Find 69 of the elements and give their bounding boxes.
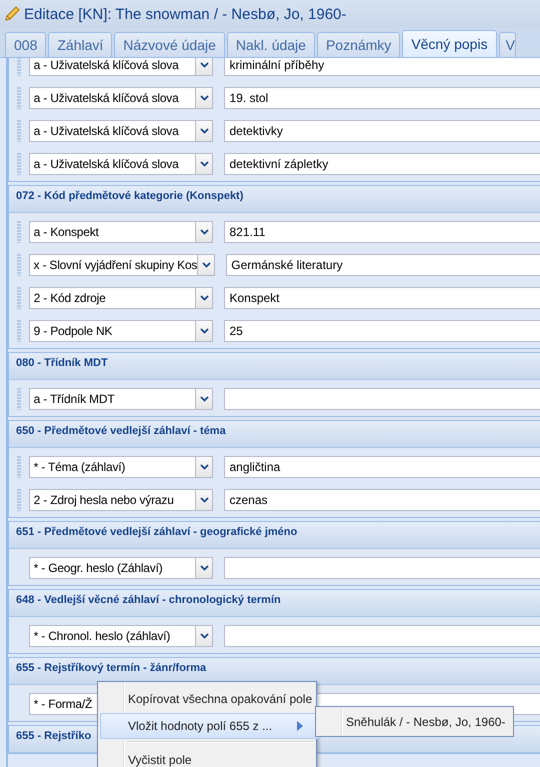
chevron-down-icon [200,496,209,502]
value-field[interactable] [224,388,540,410]
subfield-select[interactable]: a - Uživatelská klíčová slova [28,120,214,142]
subfield-select[interactable]: * - Téma (záhlaví) [28,456,214,478]
value-field[interactable]: detektivky [224,120,540,142]
chevron-down-icon [202,262,211,268]
chevron-down-icon [200,294,209,300]
subfield-select[interactable]: 2 - Zdroj hesla nebo výrazu [28,488,214,510]
drag-handle[interactable] [16,254,21,276]
tab[interactable]: Názvové údaje [114,32,225,57]
chevron-down-icon [200,396,209,402]
subfield-select[interactable]: a - Třídník MDT [28,388,214,410]
tab[interactable]: Záhlaví [48,32,112,57]
value-field[interactable]: kriminální příběhy [224,58,540,76]
field-header[interactable]: 655 - Rejstříkový termín - žánr/forma [9,658,540,685]
chevron-down-icon [200,62,209,68]
chevron-down-icon [200,128,209,134]
menu-item[interactable]: Kopírovat všechna opakování pole [100,684,314,713]
drag-handle[interactable] [16,286,21,308]
drag-handle[interactable] [16,58,21,76]
tab[interactable]: Poznámky [316,32,400,57]
field-header[interactable]: 651 - Předmětové vedlejší záhlaví - geografické jméno [9,522,540,549]
value-field[interactable] [224,624,540,646]
menu-item[interactable]: Vyčistit pole [100,745,314,767]
chevron-down-icon [200,564,209,570]
menu-item[interactable]: Vložit hodnoty polí 655 z ... [100,713,320,739]
chevron-down-icon [200,94,209,100]
subfield-select[interactable]: a - Uživatelská klíčová slova [28,58,214,76]
pencil-icon [3,5,21,23]
chevron-down-icon [200,328,209,334]
tab[interactable]: V [498,32,516,57]
tab[interactable]: 008 [5,32,46,57]
drag-handle[interactable] [16,86,21,108]
value-field[interactable]: 19. stol [224,86,540,108]
subfield-select[interactable]: a - Konspekt [28,220,214,242]
value-field[interactable]: Germánské literatury [226,254,540,276]
tab[interactable]: Věcný popis [402,30,497,57]
drag-handle[interactable] [16,488,21,510]
tab[interactable]: Nakl. údaje [226,32,315,57]
drag-handle[interactable] [16,152,21,174]
subfield-select[interactable]: x - Slovní vyjádření skupiny Kos [28,254,216,276]
drag-handle[interactable] [16,320,21,342]
subfield-select[interactable]: 2 - Kód zdroje [28,286,214,308]
value-field[interactable]: angličtina [224,456,540,478]
window-title: Editace [KN]: The snowman / - Nesbø, Jo, 1960- [24,6,346,22]
value-field[interactable]: 25 [224,320,540,342]
field-header[interactable]: 648 - Vedlejší věcné záhlaví - chronologický termín [9,590,540,617]
value-field[interactable]: czenas [224,488,540,510]
value-field[interactable]: 821.11 [224,220,540,242]
chevron-down-icon [200,228,209,234]
menu-item[interactable]: Sněhulák / - Nesbø, Jo, 1960- [318,709,511,735]
field-header[interactable]: 650 - Předmětové vedlejší záhlaví - téma [9,421,540,448]
subfield-select[interactable]: a - Uživatelská klíčová slova [28,86,214,108]
subfield-select[interactable]: 9 - Podpole NK [28,320,214,342]
field-header[interactable]: 080 - Třídník MDT [9,353,540,380]
subfield-select[interactable]: * - Chronol. heslo (záhlaví) [28,624,214,646]
field-header[interactable]: 072 - Kód předmětové kategorie (Konspekt) [9,186,540,213]
chevron-down-icon [200,632,209,638]
subfield-select[interactable]: * - Geogr. heslo (Záhlaví) [28,556,214,578]
drag-handle[interactable] [16,456,21,478]
subfield-select[interactable]: a - Uživatelská klíčová slova [28,152,214,174]
chevron-down-icon [200,160,209,166]
value-field[interactable] [224,556,540,578]
chevron-down-icon [200,464,209,470]
drag-handle[interactable] [16,120,21,142]
value-field[interactable]: Konspekt [224,286,540,308]
drag-handle[interactable] [16,388,21,410]
drag-handle[interactable] [16,220,21,242]
value-field[interactable]: detektivní zápletky [224,152,540,174]
